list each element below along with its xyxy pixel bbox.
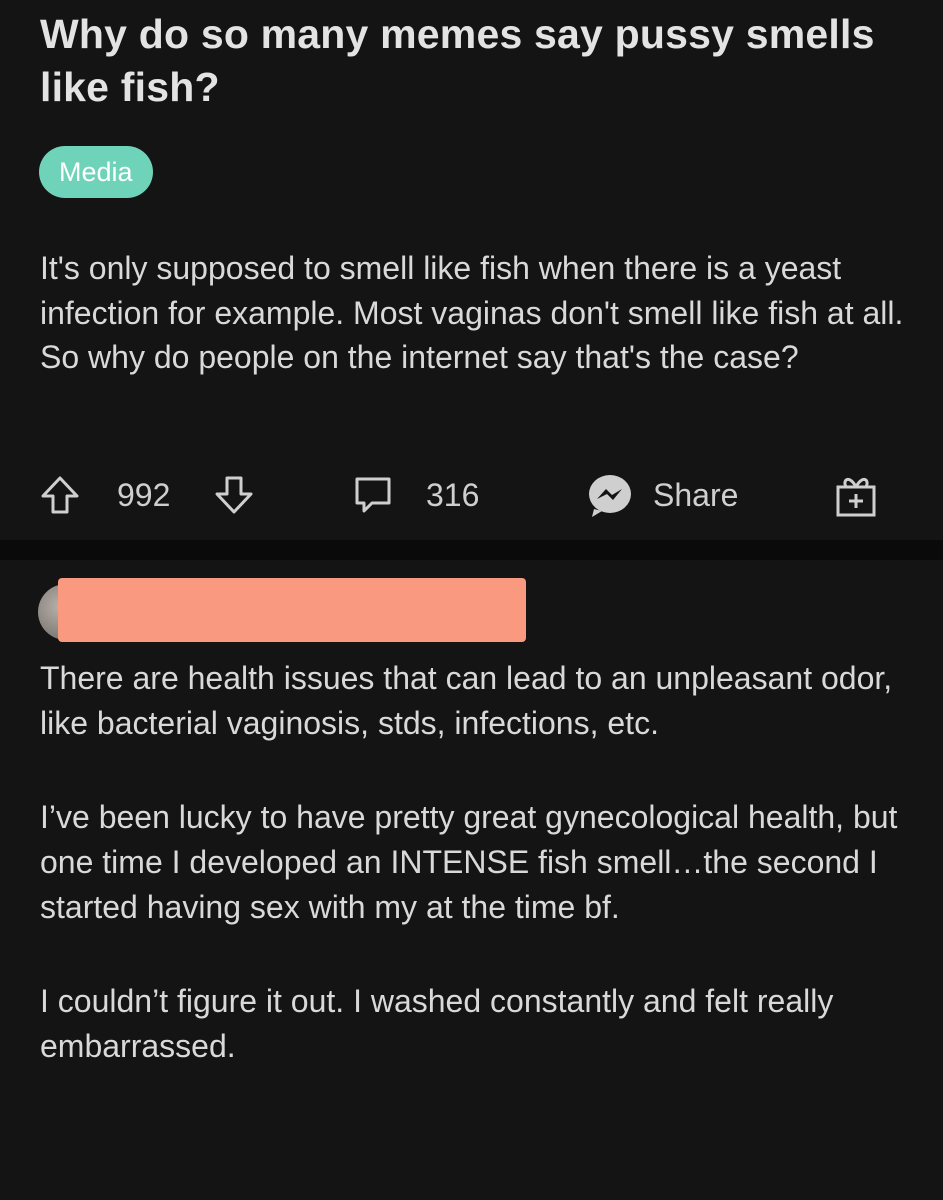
comment-card: There are health issues that can lead to… — [0, 560, 943, 1200]
comment-paragraph: I’ve been lucky to have pretty great gyn… — [40, 799, 898, 925]
comment-paragraph: There are health issues that can lead to… — [40, 660, 893, 741]
post-flair[interactable]: Media — [39, 146, 153, 198]
comment-icon — [355, 477, 391, 513]
award-button[interactable] — [832, 465, 880, 525]
comments-button[interactable]: 316 — [350, 465, 479, 525]
post-card: Why do so many memes say pussy smells li… — [0, 0, 943, 540]
post-action-bar: 992 316 Share — [0, 465, 943, 525]
share-label: Share — [653, 476, 739, 513]
award-icon — [836, 478, 876, 517]
comment-paragraph: I couldn’t figure it out. I washed const… — [40, 983, 834, 1064]
downvote-button[interactable] — [212, 465, 256, 525]
comment-count: 316 — [426, 476, 480, 513]
share-button[interactable]: Share — [585, 465, 738, 525]
messenger-icon — [589, 475, 631, 517]
post-title: Why do so many memes say pussy smells li… — [40, 11, 875, 110]
post-body: It's only supposed to smell like fish wh… — [40, 250, 904, 375]
upvote-button[interactable] — [38, 465, 82, 525]
redacted-username — [58, 578, 526, 642]
downvote-icon — [215, 476, 253, 514]
score: 992 — [117, 465, 170, 525]
score-count: 992 — [117, 476, 171, 513]
section-divider — [0, 540, 943, 560]
upvote-icon — [41, 476, 79, 514]
comment-body: There are health issues that can lead to… — [40, 656, 915, 1118]
